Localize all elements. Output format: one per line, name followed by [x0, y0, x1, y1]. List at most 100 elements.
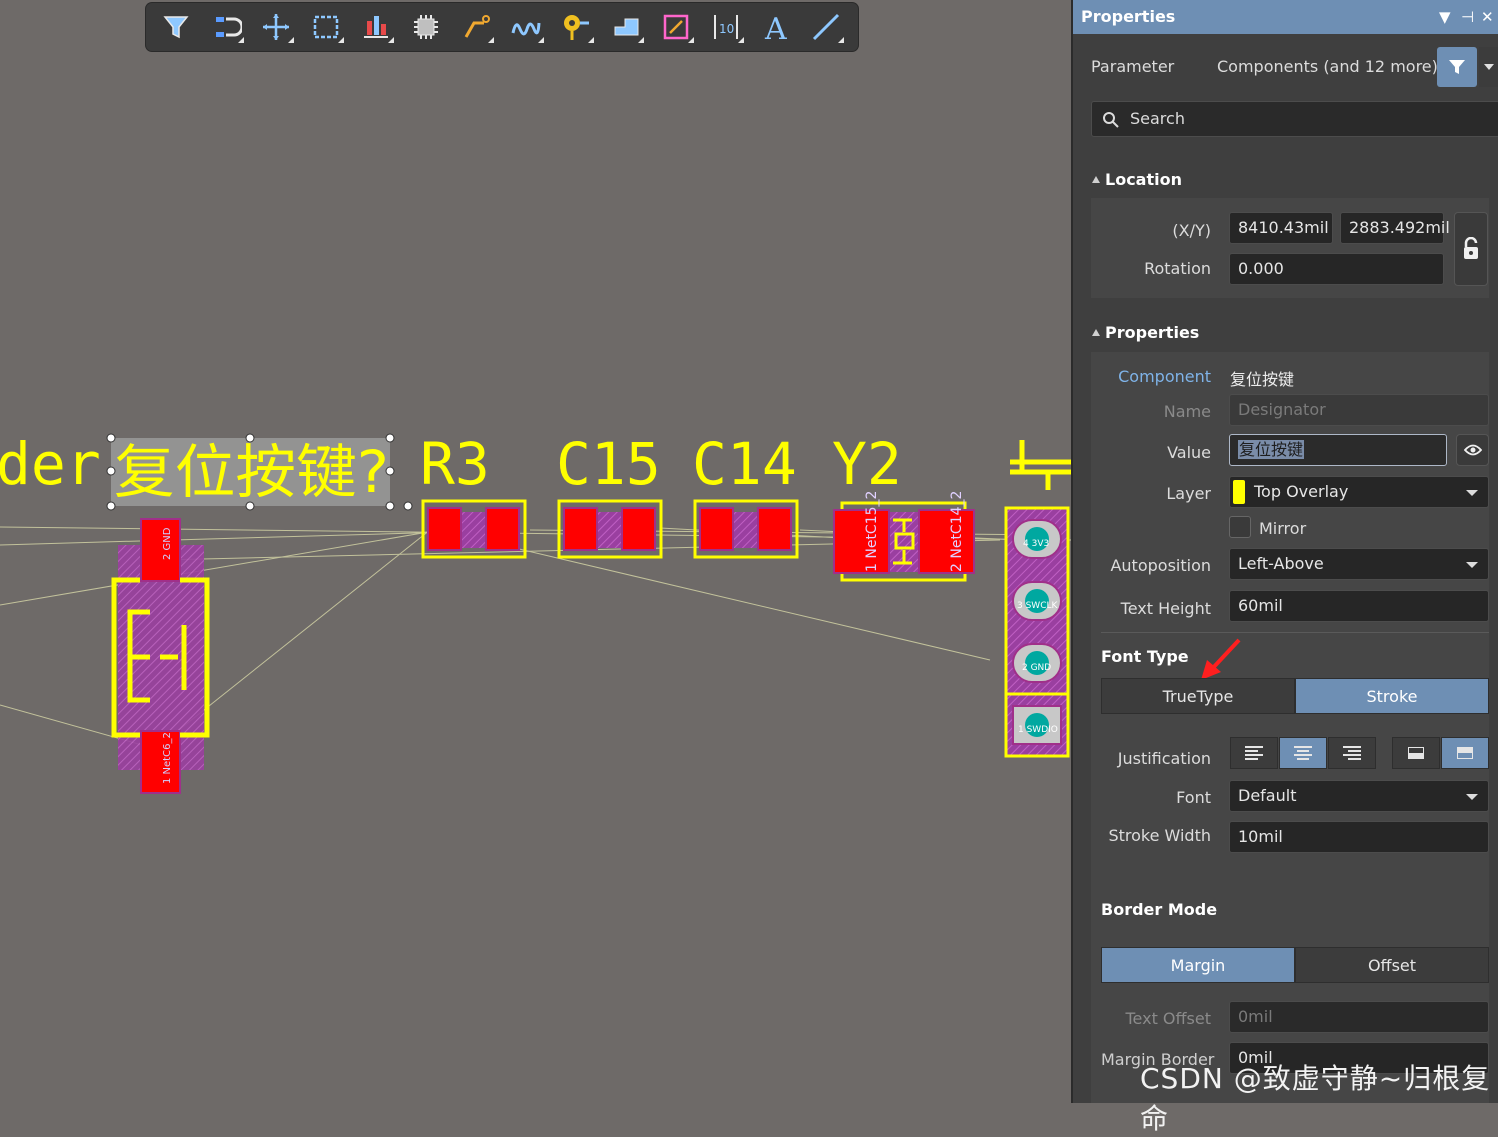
stroke-toggle[interactable]: Stroke	[1295, 678, 1489, 714]
panel-title: Properties	[1081, 7, 1176, 26]
filter-button[interactable]	[154, 7, 198, 47]
align-button[interactable]	[354, 7, 398, 47]
value-selected-text: 复位按键	[1238, 440, 1305, 459]
stroke-width-field[interactable]: 10mil	[1229, 821, 1489, 853]
route-button[interactable]	[454, 7, 498, 47]
lock-button[interactable]	[1454, 212, 1488, 286]
stroke-width-label: Stroke Width	[1108, 826, 1211, 845]
justification-label: Justification	[1117, 749, 1211, 768]
text-height-field[interactable]: 60mil	[1229, 590, 1489, 622]
header-footprint[interactable]: 4 3V3 3 SWCLK 2 GND 1 SWDIO	[1004, 506, 1070, 758]
text-icon: A	[764, 12, 787, 43]
autoposition-label: Autoposition	[1110, 556, 1211, 575]
partial-designator: der	[0, 430, 101, 498]
mirror-label: Mirror	[1259, 519, 1307, 538]
move-button[interactable]	[254, 7, 298, 47]
header-pad4-label: 4 3V3	[1023, 539, 1049, 549]
layer-label: Layer	[1166, 484, 1211, 503]
rotation-field[interactable]: 0.000	[1229, 253, 1444, 285]
text-button[interactable]: A	[754, 7, 798, 47]
justify-right-button[interactable]	[1328, 737, 1376, 769]
header-pad2-label: 2 GND	[1022, 663, 1051, 673]
panel-close-icon[interactable]: ✕	[1481, 8, 1494, 26]
c14-footprint[interactable]	[693, 499, 799, 559]
location-section-title[interactable]: Location	[1105, 170, 1182, 189]
interactive-route-button[interactable]	[504, 7, 548, 47]
designator-partial-right	[1010, 440, 1071, 490]
panel-pin-icon[interactable]: ⊣	[1461, 8, 1474, 26]
c15-footprint[interactable]	[557, 499, 663, 559]
align-bottom-icon	[1408, 747, 1424, 759]
truetype-toggle[interactable]: TrueType	[1101, 678, 1295, 714]
parameter-value: Components (and 12 more)	[1217, 57, 1438, 76]
y2-footprint[interactable]: 1 NetC15_2 2 NetC14_2	[833, 491, 975, 582]
mirror-checkbox[interactable]	[1229, 516, 1251, 538]
chevron-down-icon	[1466, 794, 1478, 800]
font-label: Font	[1176, 788, 1211, 807]
panel-header: Properties ▼ ⊣ ✕	[1073, 0, 1498, 34]
align-right-icon	[1343, 746, 1361, 760]
designator-c15: C15	[556, 430, 661, 498]
via-button[interactable]	[554, 7, 598, 47]
font-type-title: Font Type	[1101, 647, 1189, 666]
annotation-arrow-icon	[1201, 638, 1241, 680]
border-mode-title: Border Mode	[1101, 900, 1218, 919]
visibility-toggle[interactable]	[1456, 434, 1489, 466]
snap-button[interactable]	[204, 7, 248, 47]
y-field[interactable]: 2883.492mil	[1340, 212, 1450, 244]
justify-middle-button[interactable]	[1441, 737, 1489, 769]
pcb-canvas[interactable]: der 复位按键? R3 C15 C14 Y2 2 GND 1 NetC6_2 …	[0, 0, 1071, 1103]
properties-section-title[interactable]: Properties	[1105, 323, 1199, 342]
designator-y2: Y2	[832, 430, 902, 498]
component-label[interactable]: Component	[1093, 367, 1211, 386]
pad-gnd-label: 2 GND	[162, 527, 173, 560]
filter-icon	[1449, 60, 1465, 74]
filter-dropdown-button[interactable]	[1479, 47, 1498, 87]
chevron-down-icon	[1466, 490, 1478, 496]
filter-toggle-button[interactable]	[1437, 47, 1477, 87]
layer-value: Top Overlay	[1254, 482, 1349, 501]
svg-text:10: 10	[719, 22, 734, 36]
autoposition-value: Left-Above	[1238, 554, 1324, 573]
value-field[interactable]: 复位按键	[1229, 434, 1447, 466]
svg-text:A: A	[764, 12, 787, 43]
watermark: CSDN @致虚守静~归根复命	[1140, 1062, 1491, 1135]
layer-dropdown[interactable]: Top Overlay	[1229, 476, 1489, 508]
name-label: Name	[1163, 402, 1211, 421]
align-top-icon	[1457, 747, 1473, 759]
justify-left-button[interactable]	[1230, 737, 1278, 769]
x-field[interactable]: 8410.43mil	[1229, 212, 1333, 244]
chevron-down-icon	[1466, 562, 1478, 568]
align-center-icon	[1294, 746, 1312, 760]
font-dropdown[interactable]: Default	[1229, 780, 1489, 812]
pad-netc6-label: 1 NetC6_2	[162, 732, 173, 784]
line-button[interactable]	[804, 7, 848, 47]
chevron-down-icon	[1484, 64, 1494, 70]
r3-footprint[interactable]	[421, 499, 527, 559]
header-pad1-label: 1 SWDIO	[1018, 725, 1058, 735]
search-input[interactable]: Search	[1091, 101, 1498, 137]
selected-value-text[interactable]: 复位按键?	[106, 433, 413, 511]
panel-menu-icon[interactable]: ▼	[1439, 8, 1451, 26]
active-bar-toolbar: 10 A	[146, 3, 858, 51]
select-button[interactable]	[304, 7, 348, 47]
dimension-button[interactable]: 10	[704, 7, 748, 47]
offset-toggle[interactable]: Offset	[1295, 947, 1489, 983]
autoposition-dropdown[interactable]: Left-Above	[1229, 548, 1489, 580]
component-button[interactable]	[404, 7, 448, 47]
switch-footprint[interactable]: 2 GND 1 NetC6_2	[111, 518, 210, 794]
margin-toggle[interactable]: Margin	[1101, 947, 1295, 983]
justify-center-button[interactable]	[1279, 737, 1327, 769]
justify-top-button[interactable]	[1392, 737, 1440, 769]
keepout-button[interactable]	[654, 7, 698, 47]
text-offset-field: 0mil	[1229, 1001, 1489, 1033]
value-label: Value	[1167, 443, 1211, 462]
search-icon	[1103, 112, 1119, 128]
polygon-button[interactable]	[604, 7, 648, 47]
collapse-location-icon[interactable]	[1092, 176, 1100, 183]
rotation-label: Rotation	[1144, 259, 1211, 278]
pcb-drawing[interactable]: der 复位按键? R3 C15 C14 Y2 2 GND 1 NetC6_2 …	[0, 0, 1071, 1103]
collapse-properties-icon[interactable]	[1092, 329, 1100, 336]
text-height-label: Text Height	[1120, 599, 1211, 618]
divider	[1101, 632, 1489, 633]
